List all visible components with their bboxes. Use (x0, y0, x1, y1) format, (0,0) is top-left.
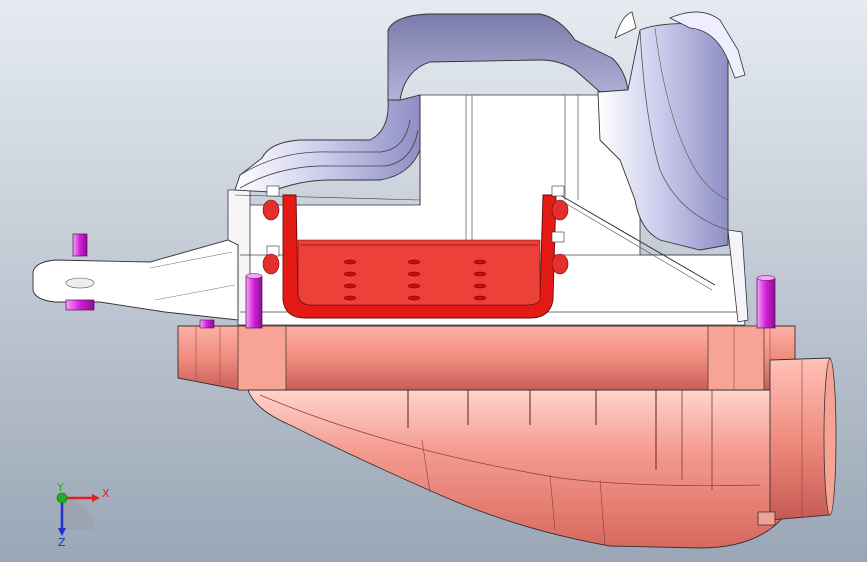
triad-x-label: X (102, 487, 110, 500)
outlet-clip (757, 511, 776, 526)
bolt-right[interactable] (756, 275, 776, 329)
bolt-left[interactable] (245, 273, 263, 329)
triad-y-label: Y (57, 481, 64, 494)
triad-y-axis (56, 492, 68, 504)
model-view[interactable] (0, 0, 867, 562)
outlet-pipe[interactable] (757, 357, 837, 526)
triad-z-label: Z (58, 536, 66, 549)
bolt-flange-left[interactable] (199, 319, 215, 329)
cad-graphics-viewport[interactable]: X Y Z (0, 0, 867, 562)
